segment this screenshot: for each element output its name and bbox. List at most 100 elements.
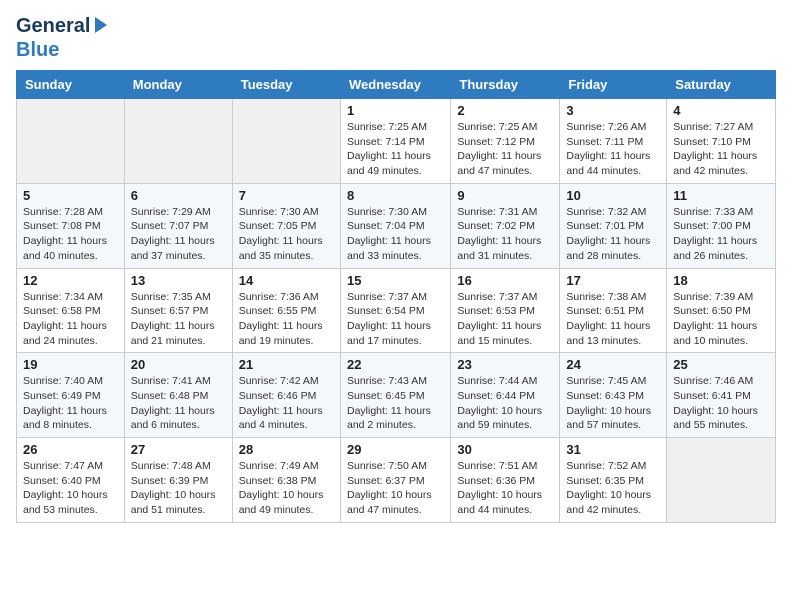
day-info: Sunrise: 7:35 AM Sunset: 6:57 PM Dayligh… (131, 290, 226, 349)
day-number: 28 (239, 442, 334, 457)
day-info: Sunrise: 7:49 AM Sunset: 6:38 PM Dayligh… (239, 459, 334, 518)
weekday-header-cell: Monday (124, 71, 232, 99)
calendar-cell: 31Sunrise: 7:52 AM Sunset: 6:35 PM Dayli… (560, 438, 667, 523)
day-number: 4 (673, 103, 769, 118)
calendar-cell: 16Sunrise: 7:37 AM Sunset: 6:53 PM Dayli… (451, 268, 560, 353)
weekday-header-cell: Thursday (451, 71, 560, 99)
day-info: Sunrise: 7:25 AM Sunset: 7:12 PM Dayligh… (457, 120, 553, 179)
logo-box: General (16, 16, 107, 36)
day-info: Sunrise: 7:36 AM Sunset: 6:55 PM Dayligh… (239, 290, 334, 349)
day-number: 5 (23, 188, 118, 203)
day-info: Sunrise: 7:27 AM Sunset: 7:10 PM Dayligh… (673, 120, 769, 179)
weekday-header-cell: Tuesday (232, 71, 340, 99)
calendar-cell: 13 Sunrise: 7:35 AM Sunset: 6:57 PM Dayli… (124, 268, 232, 353)
day-number: 11 (673, 188, 769, 203)
day-info: Sunrise: 7:42 AM Sunset: 6:46 PM Dayligh… (239, 374, 334, 433)
logo-general-text: General (16, 16, 90, 36)
day-number: 14 (239, 273, 334, 288)
day-number: 17 (566, 273, 660, 288)
day-number: 12 (23, 273, 118, 288)
day-number: 3 (566, 103, 660, 118)
day-number: 22 (347, 357, 444, 372)
calendar-cell: 3Sunrise: 7:26 AM Sunset: 7:11 PM Daylig… (560, 99, 667, 184)
calendar-cell: 27Sunrise: 7:48 AM Sunset: 6:39 PM Dayli… (124, 438, 232, 523)
day-number: 6 (131, 188, 226, 203)
day-info: Sunrise: 7:43 AM Sunset: 6:45 PM Dayligh… (347, 374, 444, 433)
day-number: 24 (566, 357, 660, 372)
day-number: 29 (347, 442, 444, 457)
calendar-cell: 20 Sunrise: 7:41 AM Sunset: 6:48 PM Dayli… (124, 353, 232, 438)
weekday-header-cell: Friday (560, 71, 667, 99)
day-number: 16 (457, 273, 553, 288)
calendar-cell: 22 Sunrise: 7:43 AM Sunset: 6:45 PM Dayli… (340, 353, 450, 438)
day-number: 30 (457, 442, 553, 457)
calendar-cell: 19 Sunrise: 7:40 AM Sunset: 6:49 PM Dayli… (17, 353, 125, 438)
calendar-cell (667, 438, 776, 523)
calendar-cell: 15 Sunrise: 7:37 AM Sunset: 6:54 PM Dayli… (340, 268, 450, 353)
day-number: 2 (457, 103, 553, 118)
calendar-cell: 4 Sunrise: 7:27 AM Sunset: 7:10 PM Daylig… (667, 99, 776, 184)
day-info: Sunrise: 7:47 AM Sunset: 6:40 PM Dayligh… (23, 459, 118, 518)
day-number: 8 (347, 188, 444, 203)
weekday-header-row: SundayMondayTuesdayWednesdayThursdayFrid… (17, 71, 776, 99)
calendar-week-row: 19 Sunrise: 7:40 AM Sunset: 6:49 PM Dayli… (17, 353, 776, 438)
day-number: 1 (347, 103, 444, 118)
calendar-cell: 5Sunrise: 7:28 AM Sunset: 7:08 PM Daylig… (17, 183, 125, 268)
day-info: Sunrise: 7:51 AM Sunset: 6:36 PM Dayligh… (457, 459, 553, 518)
day-info: Sunrise: 7:30 AM Sunset: 7:05 PM Dayligh… (239, 205, 334, 264)
day-number: 20 (131, 357, 226, 372)
calendar-cell: 2 Sunrise: 7:25 AM Sunset: 7:12 PM Daylig… (451, 99, 560, 184)
day-number: 13 (131, 273, 226, 288)
logo: General Blue (16, 16, 107, 60)
calendar-body: 1 Sunrise: 7:25 AM Sunset: 7:14 PM Daylig… (17, 99, 776, 523)
weekday-header-cell: Saturday (667, 71, 776, 99)
calendar-cell: 1 Sunrise: 7:25 AM Sunset: 7:14 PM Daylig… (340, 99, 450, 184)
calendar-cell: 29 Sunrise: 7:50 AM Sunset: 6:37 PM Dayli… (340, 438, 450, 523)
day-number: 15 (347, 273, 444, 288)
day-number: 26 (23, 442, 118, 457)
day-info: Sunrise: 7:41 AM Sunset: 6:48 PM Dayligh… (131, 374, 226, 433)
calendar-cell: 21 Sunrise: 7:42 AM Sunset: 6:46 PM Dayli… (232, 353, 340, 438)
calendar-table: SundayMondayTuesdayWednesdayThursdayFrid… (16, 70, 776, 523)
day-info: Sunrise: 7:52 AM Sunset: 6:35 PM Dayligh… (566, 459, 660, 518)
day-number: 9 (457, 188, 553, 203)
day-info: Sunrise: 7:34 AM Sunset: 6:58 PM Dayligh… (23, 290, 118, 349)
calendar-week-row: 12 Sunrise: 7:34 AM Sunset: 6:58 PM Dayli… (17, 268, 776, 353)
calendar-cell: 30 Sunrise: 7:51 AM Sunset: 6:36 PM Dayli… (451, 438, 560, 523)
calendar-cell (17, 99, 125, 184)
day-info: Sunrise: 7:40 AM Sunset: 6:49 PM Dayligh… (23, 374, 118, 433)
calendar-cell (232, 99, 340, 184)
day-info: Sunrise: 7:30 AM Sunset: 7:04 PM Dayligh… (347, 205, 444, 264)
day-number: 23 (457, 357, 553, 372)
calendar-cell: 11 Sunrise: 7:33 AM Sunset: 7:00 PM Dayli… (667, 183, 776, 268)
weekday-header-cell: Sunday (17, 71, 125, 99)
day-number: 21 (239, 357, 334, 372)
calendar-cell: 25 Sunrise: 7:46 AM Sunset: 6:41 PM Dayli… (667, 353, 776, 438)
day-info: Sunrise: 7:44 AM Sunset: 6:44 PM Dayligh… (457, 374, 553, 433)
day-number: 19 (23, 357, 118, 372)
day-info: Sunrise: 7:33 AM Sunset: 7:00 PM Dayligh… (673, 205, 769, 264)
day-info: Sunrise: 7:37 AM Sunset: 6:54 PM Dayligh… (347, 290, 444, 349)
calendar-cell: 14 Sunrise: 7:36 AM Sunset: 6:55 PM Dayli… (232, 268, 340, 353)
weekday-header-cell: Wednesday (340, 71, 450, 99)
calendar-cell: 7Sunrise: 7:30 AM Sunset: 7:05 PM Daylig… (232, 183, 340, 268)
calendar-cell: 8 Sunrise: 7:30 AM Sunset: 7:04 PM Daylig… (340, 183, 450, 268)
calendar-week-row: 1 Sunrise: 7:25 AM Sunset: 7:14 PM Daylig… (17, 99, 776, 184)
calendar-cell: 17Sunrise: 7:38 AM Sunset: 6:51 PM Dayli… (560, 268, 667, 353)
day-number: 25 (673, 357, 769, 372)
calendar-cell: 18Sunrise: 7:39 AM Sunset: 6:50 PM Dayli… (667, 268, 776, 353)
day-info: Sunrise: 7:50 AM Sunset: 6:37 PM Dayligh… (347, 459, 444, 518)
calendar-cell: 28 Sunrise: 7:49 AM Sunset: 6:38 PM Dayli… (232, 438, 340, 523)
calendar-cell (124, 99, 232, 184)
day-info: Sunrise: 7:45 AM Sunset: 6:43 PM Dayligh… (566, 374, 660, 433)
day-info: Sunrise: 7:29 AM Sunset: 7:07 PM Dayligh… (131, 205, 226, 264)
header: General Blue (16, 16, 776, 60)
calendar-week-row: 26 Sunrise: 7:47 AM Sunset: 6:40 PM Dayli… (17, 438, 776, 523)
day-info: Sunrise: 7:46 AM Sunset: 6:41 PM Dayligh… (673, 374, 769, 433)
day-info: Sunrise: 7:31 AM Sunset: 7:02 PM Dayligh… (457, 205, 553, 264)
calendar-cell: 9 Sunrise: 7:31 AM Sunset: 7:02 PM Daylig… (451, 183, 560, 268)
calendar-cell: 12 Sunrise: 7:34 AM Sunset: 6:58 PM Dayli… (17, 268, 125, 353)
day-info: Sunrise: 7:25 AM Sunset: 7:14 PM Dayligh… (347, 120, 444, 179)
calendar-cell: 10Sunrise: 7:32 AM Sunset: 7:01 PM Dayli… (560, 183, 667, 268)
calendar-cell: 26 Sunrise: 7:47 AM Sunset: 6:40 PM Dayli… (17, 438, 125, 523)
